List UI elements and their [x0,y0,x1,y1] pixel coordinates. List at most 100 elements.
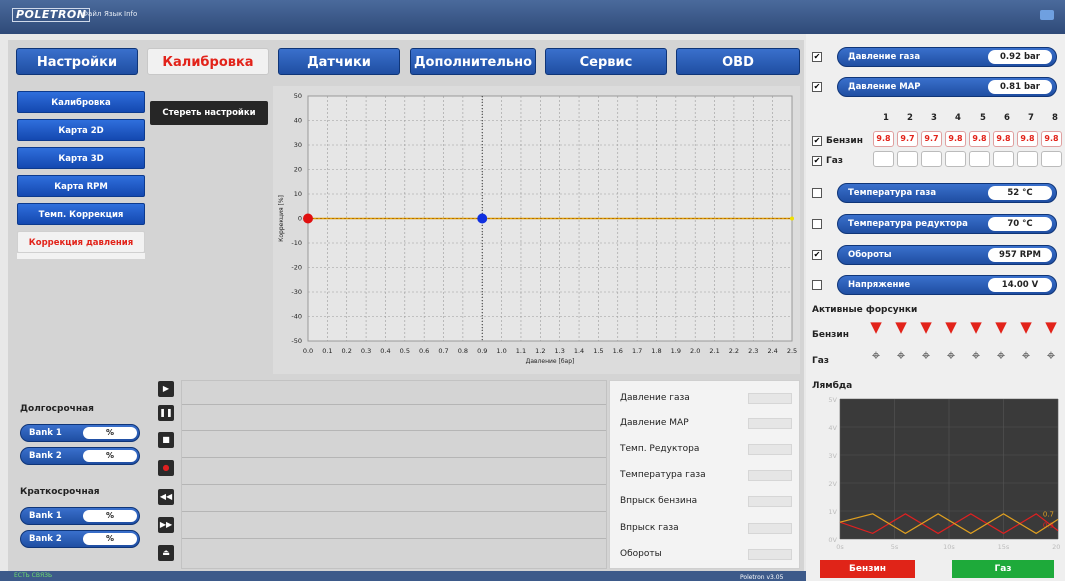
map-pressure-value: 0.81 bar [988,80,1052,94]
legend-value-box [748,496,792,507]
gas-pressure-checkbox[interactable]: ✔ [812,52,822,62]
x-tick-label: 0.4 [380,347,390,355]
x-tick-label: 0.8 [458,347,468,355]
long-bank1-label: Bank 1 [29,428,62,438]
voltage-label: Напряжение [848,280,911,290]
injectors-petrol-label: Бензин [812,330,849,340]
window-icon[interactable] [1040,10,1054,20]
calibration-point [303,213,313,224]
y-tick-label: -10 [291,239,302,247]
gas-injection-cell [969,151,990,167]
sidebar-item-map-2d[interactable]: Карта 2D [17,119,145,141]
log-divider [182,457,606,458]
map-pressure-gauge: Давление MAP 0.81 bar [837,77,1057,97]
x-tick-label: 0.9 [477,347,487,355]
gas-injector-icon: ⌖ [921,346,931,364]
gas-injector-icon: ⌖ [871,346,881,364]
rpm-label: Обороты [848,250,892,260]
cylinder-number: 2 [907,113,913,123]
gas-temp-value: 52 °C [988,186,1052,200]
tab-calibration[interactable]: Калибровка [147,48,269,75]
lambda-x-tick: 10s [943,543,955,551]
petrol-injector-icon: ▼ [970,318,982,336]
voltage-gauge: Напряжение 14.00 V [837,275,1057,295]
gas-injection-cell [921,151,942,167]
rewind-icon[interactable]: ◀◀ [158,489,174,505]
long-bank2-value: % [83,450,137,462]
petrol-injection-cell: 9.8 [1041,131,1062,147]
legend-gas-temp: Температура газа [620,470,706,480]
voltage-checkbox[interactable] [812,280,822,290]
log-divider [182,430,606,431]
pressure-correction-chart[interactable]: 0.0 0.1 0.2 0.3 0.4 0.5 0.6 0.7 0.8 0.9 1.0 1.1 1.2 1… [273,86,800,374]
x-tick-label: 2.4 [767,347,777,355]
sidebar-item-temp-correction[interactable]: Темп. Коррекция [17,203,145,225]
petrol-injection-cell: 9.8 [1017,131,1038,147]
long-bank1: Bank 1 % [20,424,140,442]
lambda-x-tick: 0s [836,543,844,551]
cylinder-number: 3 [931,113,937,123]
petrol-injector-icon: ▼ [895,318,907,336]
switch-to-petrol-button[interactable]: Бензин [820,560,915,578]
clear-settings-button[interactable]: Стереть настройки [150,101,268,125]
eject-icon[interactable]: ⏏ [158,545,174,561]
x-tick-label: 1.6 [613,347,623,355]
tab-service[interactable]: Сервис [545,48,667,75]
lambda-y-tick: 5V [828,396,837,404]
short-bank1-label: Bank 1 [29,511,62,521]
log-legend: Давление газа Давление MAP Темп. Редукто… [609,380,800,569]
injectors-gas-label: Газ [812,356,830,366]
petrol-injector-icon: ▼ [920,318,932,336]
stop-icon[interactable]: ■ [158,432,174,448]
reducer-temp-value: 70 °C [988,217,1052,231]
gas-temp-checkbox[interactable] [812,188,822,198]
map-pressure-label: Давление MAP [848,82,921,92]
lambda-x-tick: 20s [1052,543,1060,551]
lambda-y-tick: 3V [828,452,837,460]
menu-info[interactable]: Info [124,10,137,18]
x-tick-label: 0.0 [303,347,313,355]
legend-value-box [748,523,792,534]
x-tick-label: 1.5 [593,347,603,355]
lambda-title: Лямбда [812,381,853,391]
cylinder-number: 4 [955,113,961,123]
gas-injection-cell [945,151,966,167]
log-divider [182,484,606,485]
x-tick-label: 2.5 [787,347,797,355]
tab-additional[interactable]: Дополнительно [410,48,536,75]
pause-icon[interactable]: ❚❚ [158,405,174,421]
menu-file[interactable]: Файл [82,10,101,18]
sidebar-item-pressure-correction[interactable]: Коррекция давления [17,231,145,253]
cylinder-number: 1 [883,113,889,123]
rpm-checkbox[interactable]: ✔ [812,250,822,260]
gas-row-checkbox[interactable]: ✔ [812,156,822,166]
menu-language[interactable]: Язык [104,10,122,18]
rpm-gauge: Обороты 957 RPM [837,245,1057,265]
tab-sensors[interactable]: Датчики [278,48,400,75]
short-bank2: Bank 2 % [20,530,140,548]
log-divider [182,404,606,405]
petrol-row-checkbox[interactable]: ✔ [812,136,822,146]
gas-injector-icon: ⌖ [896,346,906,364]
sidebar-item-map-rpm[interactable]: Карта RPM [17,175,145,197]
voltage-value: 14.00 V [988,278,1052,292]
tab-settings[interactable]: Настройки [16,48,138,75]
play-icon[interactable]: ▶ [158,381,174,397]
petrol-row-label: Бензин [826,136,863,146]
cylinder-number: 8 [1052,113,1058,123]
tab-obd[interactable]: OBD [676,48,800,75]
lambda-y-tick: 1V [828,508,837,516]
record-icon[interactable]: ● [158,460,174,476]
switch-to-gas-button[interactable]: Газ [952,560,1054,578]
map-pressure-checkbox[interactable]: ✔ [812,82,822,92]
gas-pressure-label: Давление газа [848,52,921,62]
lambda-y-tick: 2V [828,480,837,488]
fast-forward-icon[interactable]: ▶▶ [158,517,174,533]
y-tick-label: -30 [291,288,302,296]
reducer-temp-checkbox[interactable] [812,219,822,229]
legend-gas-pressure: Давление газа [620,393,690,403]
sidebar-item-calibration[interactable]: Калибровка [17,91,145,113]
legend-value-box [748,393,792,404]
sidebar-item-map-3d[interactable]: Карта 3D [17,147,145,169]
legend-value-box [748,444,792,455]
